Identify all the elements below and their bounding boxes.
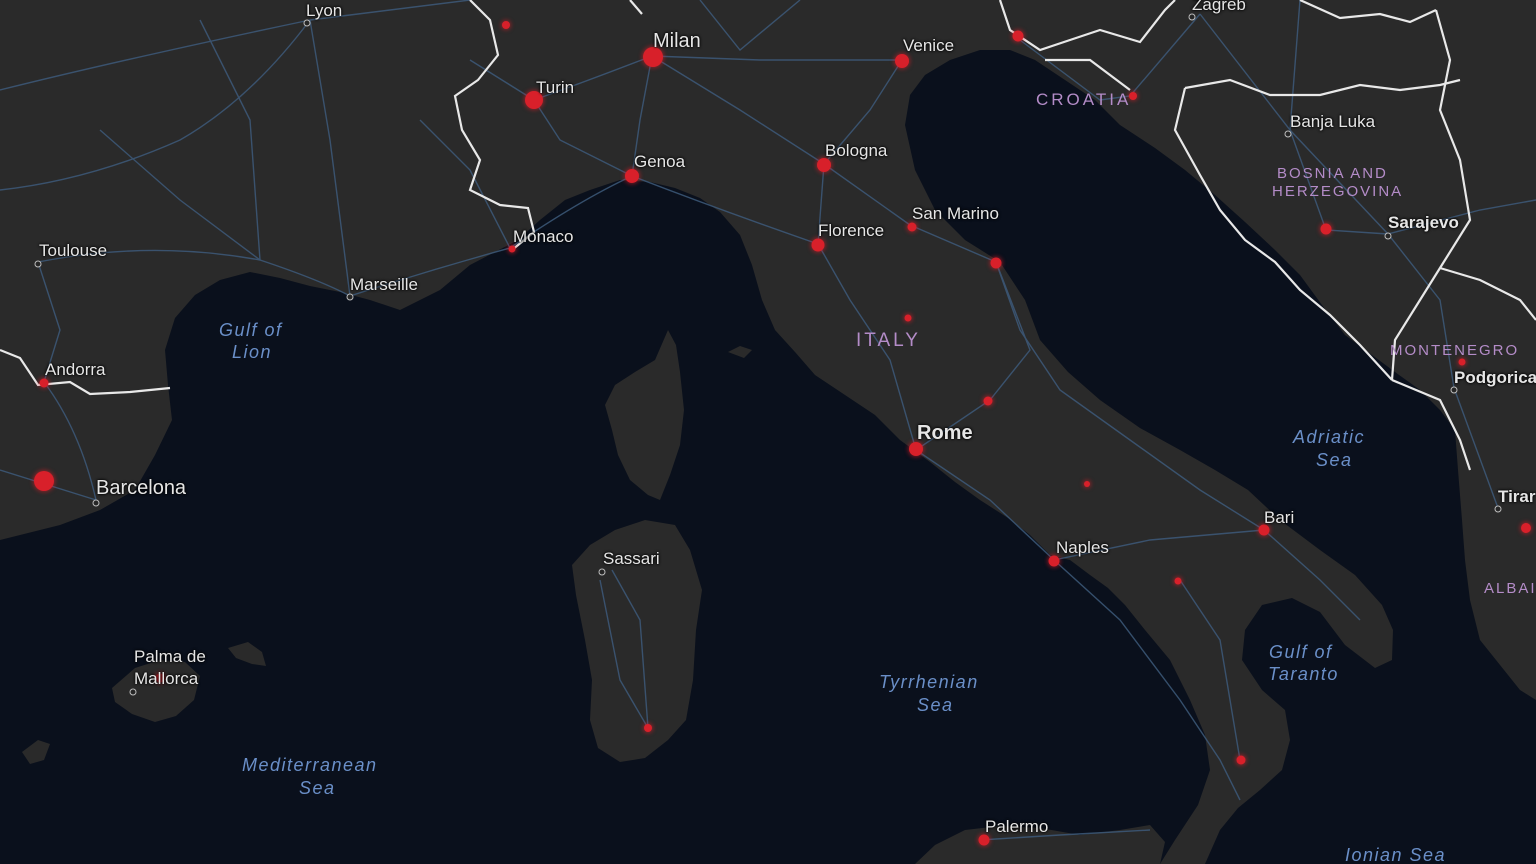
sea-label-adriatic-line2: Sea — [1316, 450, 1353, 470]
city-label-marseille[interactable]: Marseille — [350, 276, 418, 293]
city-label-naples[interactable]: Naples — [1056, 539, 1109, 556]
city-label-turin[interactable]: Turin — [536, 79, 574, 96]
hotspot-marker-calabria[interactable] — [1236, 755, 1246, 765]
city-marker-sarajevo — [1384, 232, 1392, 240]
country-label-albania: ALBAI — [1484, 580, 1536, 597]
hotspot-marker-venice[interactable] — [895, 54, 909, 68]
city-label-bologna[interactable]: Bologna — [825, 142, 887, 159]
city-label-palma-line1[interactable]: Palma de — [134, 648, 206, 665]
city-marker-lyon — [303, 19, 311, 27]
country-label-italy: ITALY — [856, 330, 921, 351]
city-marker-palma — [129, 688, 137, 696]
city-label-milan[interactable]: Milan — [653, 31, 701, 51]
city-label-andorra[interactable]: Andorra — [45, 361, 105, 378]
country-label-montenegro: MONTENEGRO — [1390, 342, 1520, 359]
sea-label-mediterranean-line1: Mediterranean — [242, 755, 378, 775]
country-label-bosnia-line1: BOSNIA AND — [1277, 165, 1388, 182]
country-label-bosnia-line2: HERZEGOVINA — [1272, 183, 1404, 200]
hotspot-marker-bologna[interactable] — [817, 158, 831, 172]
city-label-banja-luka[interactable]: Banja Luka — [1290, 113, 1375, 130]
country-label-croatia: CROATIA — [1036, 90, 1132, 109]
city-marker-podgorica — [1450, 386, 1458, 394]
city-label-sarajevo[interactable]: Sarajevo — [1388, 214, 1459, 231]
hotspot-marker-monaco[interactable] — [508, 245, 516, 253]
city-label-podgorica[interactable]: Podgorica — [1454, 369, 1536, 386]
city-marker-banja-luka — [1284, 130, 1292, 138]
city-label-venice[interactable]: Venice — [903, 37, 954, 54]
city-label-palermo[interactable]: Palermo — [985, 818, 1048, 835]
hotspot-marker-ancona[interactable] — [990, 257, 1002, 269]
sea-label-adriatic-line1: Adriatic — [1293, 427, 1366, 447]
city-label-florence[interactable]: Florence — [818, 222, 884, 239]
city-label-san-marino[interactable]: San Marino — [912, 205, 999, 222]
sea-label-tyrrhenian-line1: Tyrrhenian — [879, 672, 979, 692]
sea-label-ionian: Ionian Sea — [1345, 845, 1447, 864]
hotspot-marker-bosnia[interactable] — [1320, 223, 1332, 235]
city-label-genoa[interactable]: Genoa — [634, 153, 685, 170]
hotspot-marker-albania[interactable] — [1521, 523, 1531, 533]
hotspot-marker-naples[interactable] — [1048, 555, 1060, 567]
hotspot-marker-abruzzo[interactable] — [983, 396, 993, 406]
hotspot-marker-montenegro[interactable] — [1458, 358, 1466, 366]
map-canvas[interactable]: Lyon Milan Venice Zagreb Turin Genoa Bol… — [0, 0, 1536, 864]
hotspot-marker-cagliari[interactable] — [644, 724, 652, 732]
city-label-rome[interactable]: Rome — [917, 423, 973, 443]
hotspot-marker-palermo[interactable] — [978, 834, 990, 846]
city-label-toulouse[interactable]: Toulouse — [39, 242, 107, 259]
hotspot-marker-piedmont-north[interactable] — [502, 21, 510, 29]
city-marker-sassari — [598, 568, 606, 576]
hotspot-marker-basilicata[interactable] — [1174, 577, 1182, 585]
hotspot-marker-rome[interactable] — [909, 442, 923, 456]
hotspot-marker-florence[interactable] — [811, 238, 825, 252]
hotspot-marker-molise[interactable] — [1084, 481, 1090, 487]
hotspot-marker-umbria[interactable] — [904, 314, 912, 322]
city-label-tirana[interactable]: Tirar — [1498, 488, 1536, 505]
sea-label-mediterranean-line2: Sea — [299, 778, 336, 798]
city-label-zagreb[interactable]: Zagreb — [1192, 0, 1246, 13]
city-label-palma-line2[interactable]: Mallorca — [134, 670, 198, 687]
city-label-barcelona[interactable]: Barcelona — [96, 478, 186, 498]
hotspot-marker-catalonia[interactable] — [34, 471, 54, 491]
city-label-bari[interactable]: Bari — [1264, 509, 1294, 526]
hotspot-marker-san-marino[interactable] — [907, 222, 917, 232]
hotspot-marker-genoa[interactable] — [625, 169, 639, 183]
city-label-sassari[interactable]: Sassari — [603, 550, 660, 567]
city-marker-tirana — [1494, 505, 1502, 513]
sea-label-gulf-of-lion-line1: Gulf of — [219, 320, 283, 340]
city-label-lyon[interactable]: Lyon — [306, 2, 342, 19]
sea-label-gulf-of-lion-line2: Lion — [232, 342, 273, 362]
sea-label-gulf-of-taranto-line1: Gulf of — [1269, 642, 1333, 662]
city-marker-marseille — [346, 293, 354, 301]
hotspot-marker-andorra[interactable] — [39, 378, 49, 388]
city-label-monaco[interactable]: Monaco — [513, 228, 573, 245]
sea-label-tyrrhenian-line2: Sea — [917, 695, 954, 715]
hotspot-marker-trieste[interactable] — [1012, 30, 1024, 42]
sea-label-gulf-of-taranto-line2: Taranto — [1268, 664, 1339, 684]
city-marker-barcelona — [92, 499, 100, 507]
city-marker-toulouse — [34, 260, 42, 268]
city-marker-zagreb — [1188, 13, 1196, 21]
